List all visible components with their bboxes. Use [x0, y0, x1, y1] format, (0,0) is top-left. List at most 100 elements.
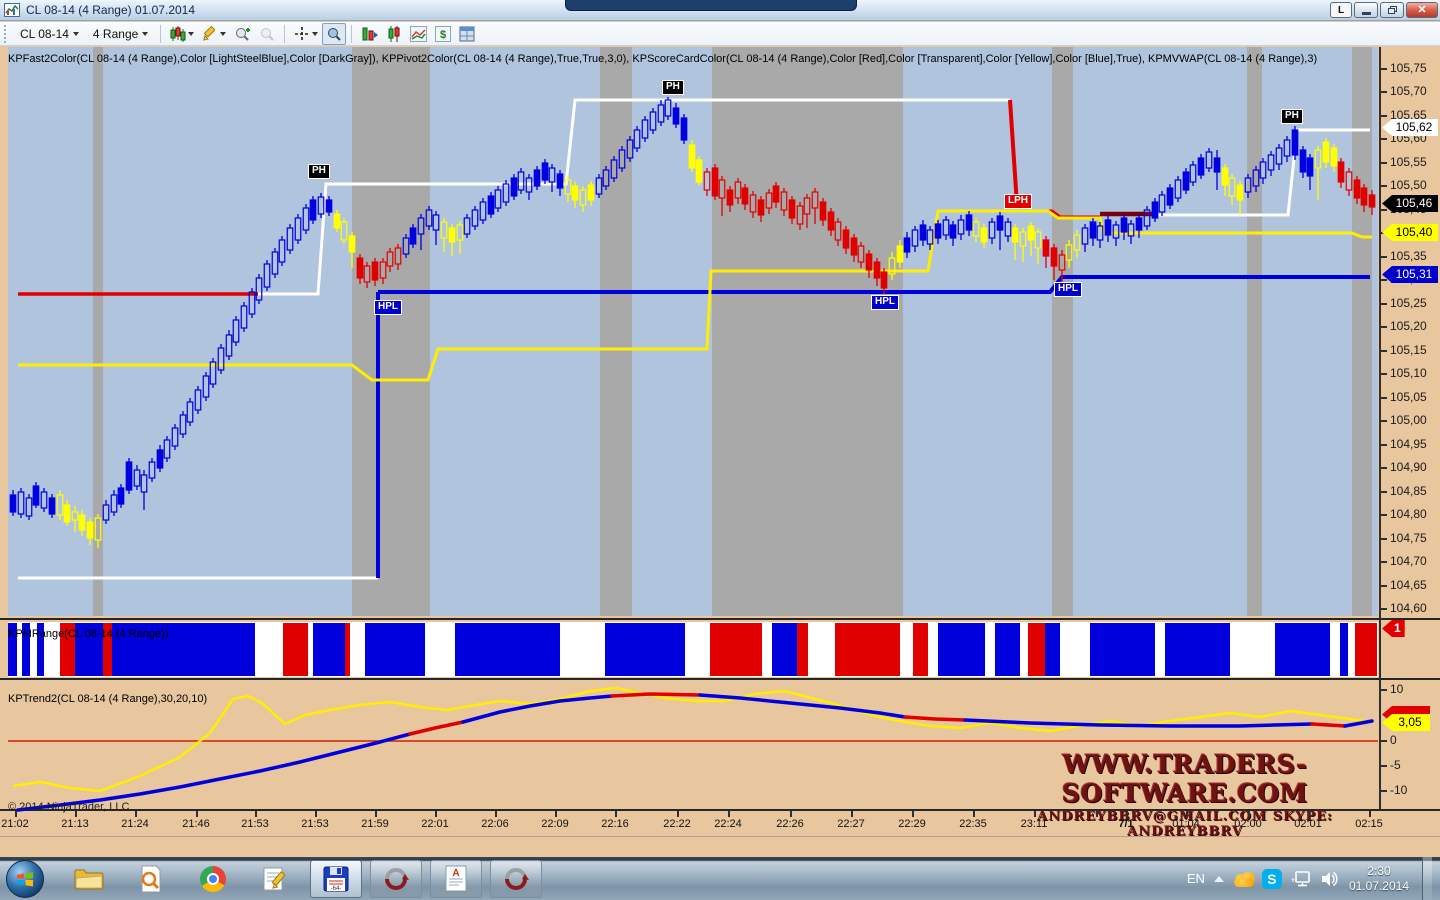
trend-axis-tick: [1381, 740, 1387, 742]
time-axis-label: 02:00: [1234, 818, 1262, 830]
candle-body: [41, 492, 47, 508]
time-axis-label: 22:29: [898, 818, 926, 830]
minimize-button[interactable]: [1354, 2, 1378, 18]
candle-body: [310, 200, 316, 220]
zoom-out-button[interactable]: [255, 23, 279, 45]
taskbar-chrome-button[interactable]: [193, 861, 233, 897]
line-chart-button[interactable]: [406, 23, 431, 45]
time-axis-label: 22:06: [481, 818, 509, 830]
price-axis-tick: [1381, 444, 1387, 446]
candle-body: [1028, 226, 1034, 240]
background-window-edge[interactable]: [565, 0, 857, 11]
chart-style-button[interactable]: [166, 23, 198, 45]
chevron-down-icon: [142, 32, 148, 36]
candle-type-button[interactable]: [382, 23, 406, 45]
language-indicator[interactable]: EN: [1187, 871, 1205, 886]
price-axis-tick: [1381, 420, 1387, 422]
time-axis-tick: [728, 811, 730, 817]
price-axis-label: 104,90: [1390, 460, 1427, 474]
restore-button[interactable]: [1380, 2, 1404, 18]
price-axis-tick: [1381, 514, 1387, 516]
candle-body: [943, 220, 949, 235]
drawing-tools-button[interactable]: [198, 23, 230, 45]
price-axis-label: 105,20: [1390, 319, 1427, 333]
scorecard-block: [1090, 623, 1155, 676]
taskbar-wordpad-app-button[interactable]: A: [430, 860, 482, 898]
titlebar[interactable]: CL 08-14 (4 Range) 01.07.2014 L ✕: [0, 0, 1440, 21]
grid-icon: [459, 26, 475, 42]
toolbar-grip[interactable]: [4, 25, 9, 43]
candle-body: [1175, 180, 1181, 198]
instrument-dropdown[interactable]: CL 08-14: [13, 24, 86, 44]
time-axis-label: 22:26: [776, 818, 804, 830]
session-band: [1352, 47, 1372, 616]
scorecard-block: [797, 623, 808, 676]
price-axis-tick: [1381, 138, 1387, 140]
candle-body: [172, 428, 178, 446]
candle-body: [203, 376, 209, 397]
show-desktop-button[interactable]: [1422, 857, 1432, 900]
ninjatrader-swirl-icon: [383, 866, 409, 892]
link-button[interactable]: L: [1330, 2, 1352, 18]
scorecard-block: [345, 623, 350, 676]
properties-button[interactable]: [455, 23, 479, 45]
chart-trader-button[interactable]: $: [431, 23, 455, 45]
restore-icon: [1388, 6, 1397, 14]
candle-body: [704, 172, 710, 190]
taskbar-floppy-app-button[interactable]: -64-: [310, 860, 362, 898]
chart-canvas[interactable]: [0, 46, 1440, 857]
cloud-tray-icon[interactable]: [1233, 869, 1253, 889]
tray-date: 01.07.2014: [1349, 879, 1409, 894]
bar-type-button[interactable]: [357, 23, 382, 45]
trend-line-segment: [965, 720, 1312, 726]
scorecard-block: [313, 623, 345, 676]
pivot-tag: PH: [1281, 109, 1303, 124]
price-axis-label: 105,35: [1390, 249, 1427, 263]
zoom-in-button[interactable]: [230, 23, 255, 45]
time-axis-label: 22:27: [837, 818, 865, 830]
candle-body: [1222, 168, 1228, 185]
taskbar-clock[interactable]: 2:30 01.07.2014: [1349, 864, 1409, 894]
taskbar-notepad-button[interactable]: [255, 861, 295, 897]
session-band: [93, 47, 103, 616]
time-axis-label: 22:24: [714, 818, 742, 830]
candle-body: [326, 200, 332, 212]
candle-body: [1338, 162, 1344, 182]
data-box-button[interactable]: [322, 23, 346, 45]
candle-body: [650, 112, 656, 130]
candle-body: [1152, 202, 1158, 218]
price-axis-label: 105,15: [1390, 343, 1427, 357]
candle-body: [874, 262, 880, 278]
hidden-icons-button[interactable]: [1214, 876, 1224, 882]
session-band: [712, 47, 903, 616]
candlestick-icon: [170, 26, 186, 42]
candle-body: [518, 172, 524, 190]
price-tag: 105,31: [1382, 266, 1438, 283]
start-button[interactable]: [6, 860, 44, 898]
price-axis-tick: [1381, 350, 1387, 352]
skype-tray-icon[interactable]: S: [1262, 869, 1282, 889]
taskbar-explorer-button[interactable]: [69, 861, 109, 897]
session-band: [1052, 47, 1073, 616]
candle-body: [1074, 235, 1080, 250]
trend-axis-tag: 3,05: [1382, 714, 1430, 731]
candle-body: [295, 218, 301, 240]
network-tray-icon[interactable]: [1291, 869, 1311, 889]
taskbar-ninjatrader-button-2[interactable]: [490, 860, 542, 898]
volume-tray-icon[interactable]: [1320, 869, 1340, 889]
candle-body: [727, 190, 733, 205]
price-axis-label: 105,05: [1390, 390, 1427, 404]
close-button[interactable]: ✕: [1406, 2, 1438, 18]
time-axis-tick: [912, 811, 914, 817]
interval-dropdown[interactable]: 4 Range: [86, 24, 155, 44]
folder-icon: [74, 867, 104, 891]
time-axis-label: 21:24: [121, 818, 149, 830]
taskbar-search-viewer-button[interactable]: [131, 861, 171, 897]
time-axis-tick: [315, 811, 317, 817]
taskbar-ninjatrader-button[interactable]: [370, 860, 422, 898]
cursor-crosshair-button[interactable]: [290, 23, 322, 45]
candle-body: [1369, 195, 1375, 207]
price-axis-tick: [1381, 397, 1387, 399]
candle-body: [511, 178, 517, 196]
candle-body: [973, 222, 979, 236]
